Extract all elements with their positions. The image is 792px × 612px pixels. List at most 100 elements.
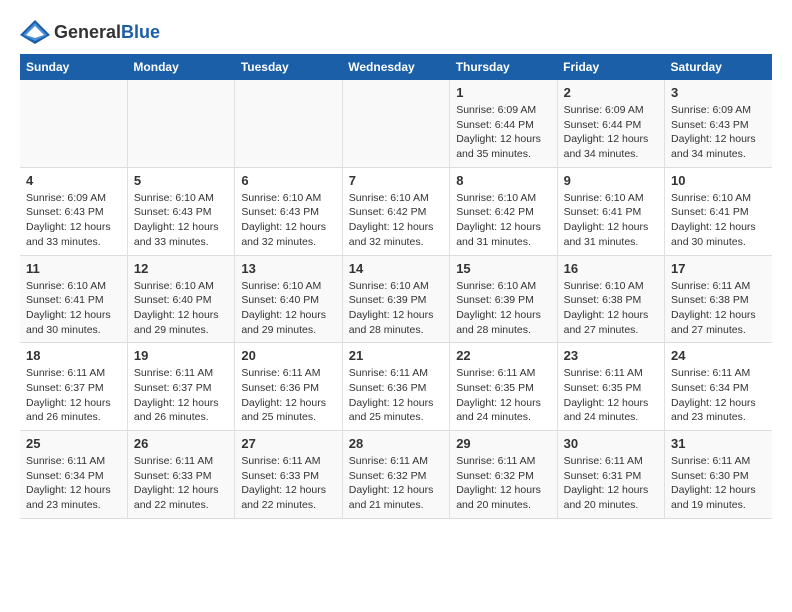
header-day-saturday: Saturday	[665, 54, 772, 80]
day-info: Sunrise: 6:09 AM Sunset: 6:43 PM Dayligh…	[26, 191, 121, 250]
calendar-cell: 23 Sunrise: 6:11 AM Sunset: 6:35 PM Dayli…	[557, 343, 664, 431]
day-number: 14	[349, 261, 443, 276]
day-info: Sunrise: 6:10 AM Sunset: 6:39 PM Dayligh…	[456, 279, 550, 338]
day-info: Sunrise: 6:10 AM Sunset: 6:40 PM Dayligh…	[241, 279, 335, 338]
day-number: 25	[26, 436, 121, 451]
calendar-cell: 7Sunrise: 6:10 AM Sunset: 6:42 PM Daylig…	[342, 167, 449, 255]
day-number: 8	[456, 173, 550, 188]
calendar-week-5: 25 Sunrise: 6:11 AM Sunset: 6:34 PM Dayli…	[20, 431, 772, 519]
calendar-table: SundayMondayTuesdayWednesdayThursdayFrid…	[20, 54, 772, 519]
day-info: Sunrise: 6:11 AM Sunset: 6:35 PM Dayligh…	[456, 366, 550, 425]
day-info: Sunrise: 6:11 AM Sunset: 6:33 PM Dayligh…	[241, 454, 335, 513]
calendar-cell	[127, 80, 234, 167]
logo: GeneralBlue	[20, 20, 160, 44]
day-number: 4	[26, 173, 121, 188]
day-info: Sunrise: 6:10 AM Sunset: 6:41 PM Dayligh…	[26, 279, 121, 338]
day-number: 15	[456, 261, 550, 276]
day-info: Sunrise: 6:11 AM Sunset: 6:32 PM Dayligh…	[456, 454, 550, 513]
day-info: Sunrise: 6:11 AM Sunset: 6:32 PM Dayligh…	[349, 454, 443, 513]
day-number: 19	[134, 348, 228, 363]
header-day-friday: Friday	[557, 54, 664, 80]
day-info: Sunrise: 6:09 AM Sunset: 6:44 PM Dayligh…	[456, 103, 550, 162]
calendar-cell: 5 Sunrise: 6:10 AM Sunset: 6:43 PM Daylig…	[127, 167, 234, 255]
day-number: 23	[564, 348, 658, 363]
day-number: 20	[241, 348, 335, 363]
calendar-cell: 30 Sunrise: 6:11 AM Sunset: 6:31 PM Dayli…	[557, 431, 664, 519]
day-info: Sunrise: 6:11 AM Sunset: 6:36 PM Dayligh…	[241, 366, 335, 425]
calendar-cell: 4 Sunrise: 6:09 AM Sunset: 6:43 PM Daylig…	[20, 167, 127, 255]
day-number: 18	[26, 348, 121, 363]
day-number: 30	[564, 436, 658, 451]
day-number: 12	[134, 261, 228, 276]
day-info: Sunrise: 6:11 AM Sunset: 6:38 PM Dayligh…	[671, 279, 766, 338]
calendar-cell: 26Sunrise: 6:11 AM Sunset: 6:33 PM Dayli…	[127, 431, 234, 519]
calendar-cell: 27Sunrise: 6:11 AM Sunset: 6:33 PM Dayli…	[235, 431, 342, 519]
day-info: Sunrise: 6:09 AM Sunset: 6:43 PM Dayligh…	[671, 103, 766, 162]
calendar-cell: 19 Sunrise: 6:11 AM Sunset: 6:37 PM Dayli…	[127, 343, 234, 431]
day-info: Sunrise: 6:09 AM Sunset: 6:44 PM Dayligh…	[564, 103, 658, 162]
day-number: 24	[671, 348, 766, 363]
day-info: Sunrise: 6:10 AM Sunset: 6:42 PM Dayligh…	[349, 191, 443, 250]
calendar-cell: 20 Sunrise: 6:11 AM Sunset: 6:36 PM Dayli…	[235, 343, 342, 431]
calendar-cell: 11 Sunrise: 6:10 AM Sunset: 6:41 PM Dayli…	[20, 255, 127, 343]
header-day-thursday: Thursday	[450, 54, 557, 80]
day-number: 22	[456, 348, 550, 363]
day-number: 17	[671, 261, 766, 276]
day-number: 28	[349, 436, 443, 451]
day-number: 26	[134, 436, 228, 451]
calendar-cell: 18Sunrise: 6:11 AM Sunset: 6:37 PM Dayli…	[20, 343, 127, 431]
calendar-cell: 2Sunrise: 6:09 AM Sunset: 6:44 PM Daylig…	[557, 80, 664, 167]
calendar-cell	[235, 80, 342, 167]
calendar-cell: 28 Sunrise: 6:11 AM Sunset: 6:32 PM Dayli…	[342, 431, 449, 519]
day-number: 6	[241, 173, 335, 188]
calendar-cell: 21 Sunrise: 6:11 AM Sunset: 6:36 PM Dayli…	[342, 343, 449, 431]
day-info: Sunrise: 6:10 AM Sunset: 6:43 PM Dayligh…	[134, 191, 228, 250]
day-info: Sunrise: 6:11 AM Sunset: 6:35 PM Dayligh…	[564, 366, 658, 425]
day-number: 5	[134, 173, 228, 188]
day-info: Sunrise: 6:11 AM Sunset: 6:37 PM Dayligh…	[134, 366, 228, 425]
logo-blue-text: Blue	[121, 22, 160, 42]
logo-general-text: General	[54, 22, 121, 42]
calendar-cell: 29 Sunrise: 6:11 AM Sunset: 6:32 PM Dayli…	[450, 431, 557, 519]
day-info: Sunrise: 6:10 AM Sunset: 6:40 PM Dayligh…	[134, 279, 228, 338]
calendar-cell: 15 Sunrise: 6:10 AM Sunset: 6:39 PM Dayli…	[450, 255, 557, 343]
day-number: 3	[671, 85, 766, 100]
day-info: Sunrise: 6:10 AM Sunset: 6:38 PM Dayligh…	[564, 279, 658, 338]
calendar-week-3: 11 Sunrise: 6:10 AM Sunset: 6:41 PM Dayli…	[20, 255, 772, 343]
day-info: Sunrise: 6:11 AM Sunset: 6:34 PM Dayligh…	[671, 366, 766, 425]
header-day-sunday: Sunday	[20, 54, 127, 80]
day-info: Sunrise: 6:10 AM Sunset: 6:41 PM Dayligh…	[564, 191, 658, 250]
day-number: 21	[349, 348, 443, 363]
calendar-cell: 13 Sunrise: 6:10 AM Sunset: 6:40 PM Dayli…	[235, 255, 342, 343]
day-info: Sunrise: 6:10 AM Sunset: 6:41 PM Dayligh…	[671, 191, 766, 250]
calendar-week-4: 18 Sunrise: 6:11 AM Sunset: 6:37 PM Dayli…	[20, 343, 772, 431]
calendar-cell: 12 Sunrise: 6:10 AM Sunset: 6:40 PM Dayli…	[127, 255, 234, 343]
calendar-week-1: 1 Sunrise: 6:09 AM Sunset: 6:44 PM Daylig…	[20, 80, 772, 167]
header-day-wednesday: Wednesday	[342, 54, 449, 80]
calendar-cell: 16Sunrise: 6:10 AM Sunset: 6:38 PM Dayli…	[557, 255, 664, 343]
day-number: 29	[456, 436, 550, 451]
header-row: SundayMondayTuesdayWednesdayThursdayFrid…	[20, 54, 772, 80]
calendar-cell: 1 Sunrise: 6:09 AM Sunset: 6:44 PM Daylig…	[450, 80, 557, 167]
day-info: Sunrise: 6:11 AM Sunset: 6:31 PM Dayligh…	[564, 454, 658, 513]
calendar-cell: 6 Sunrise: 6:10 AM Sunset: 6:43 PM Daylig…	[235, 167, 342, 255]
calendar-cell	[342, 80, 449, 167]
calendar-week-2: 4 Sunrise: 6:09 AM Sunset: 6:43 PM Daylig…	[20, 167, 772, 255]
day-info: Sunrise: 6:11 AM Sunset: 6:36 PM Dayligh…	[349, 366, 443, 425]
calendar-cell: 9 Sunrise: 6:10 AM Sunset: 6:41 PM Daylig…	[557, 167, 664, 255]
calendar-cell: 31Sunrise: 6:11 AM Sunset: 6:30 PM Dayli…	[665, 431, 772, 519]
day-info: Sunrise: 6:11 AM Sunset: 6:30 PM Dayligh…	[671, 454, 766, 513]
calendar-cell: 25 Sunrise: 6:11 AM Sunset: 6:34 PM Dayli…	[20, 431, 127, 519]
day-number: 13	[241, 261, 335, 276]
page-header: GeneralBlue	[20, 20, 772, 44]
header-day-tuesday: Tuesday	[235, 54, 342, 80]
day-number: 1	[456, 85, 550, 100]
header-day-monday: Monday	[127, 54, 234, 80]
day-number: 9	[564, 173, 658, 188]
logo-icon	[20, 20, 50, 44]
calendar-cell: 17 Sunrise: 6:11 AM Sunset: 6:38 PM Dayli…	[665, 255, 772, 343]
day-info: Sunrise: 6:11 AM Sunset: 6:34 PM Dayligh…	[26, 454, 121, 513]
calendar-cell: 8Sunrise: 6:10 AM Sunset: 6:42 PM Daylig…	[450, 167, 557, 255]
day-info: Sunrise: 6:10 AM Sunset: 6:43 PM Dayligh…	[241, 191, 335, 250]
day-number: 11	[26, 261, 121, 276]
